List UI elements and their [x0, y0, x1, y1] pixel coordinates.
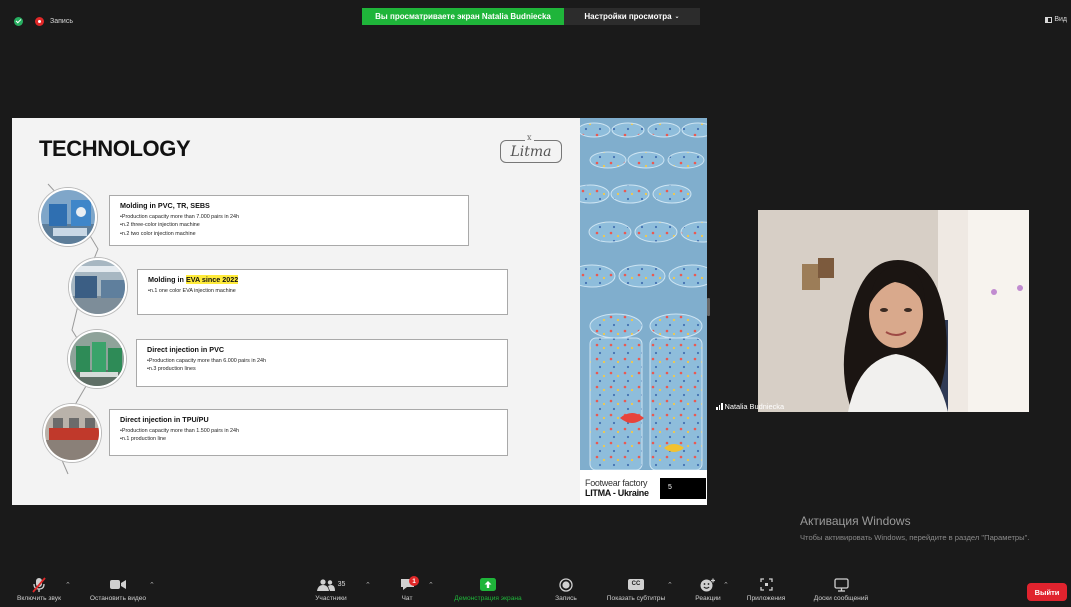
recording-label: Запись	[50, 18, 73, 25]
apps-label: Приложения	[746, 595, 786, 602]
video-options-caret-icon[interactable]: ⌃	[149, 581, 155, 589]
view-options-label: Настройки просмотра	[584, 12, 672, 21]
shared-screen-slide[interactable]: TECHNOLOGY x Litma Molding in PVC, TR, S…	[12, 118, 707, 505]
tpu-production-line-photo	[43, 404, 101, 462]
meeting-toolbar: Включить звук ⌃ Остановить видео ⌃ 35 Уч…	[0, 574, 1071, 607]
share-screen-button[interactable]: Демонстрация экрана	[438, 574, 538, 607]
chat-caret-icon[interactable]: ⌃	[428, 581, 434, 589]
tech-item-title-prefix: Molding in	[148, 275, 186, 284]
audio-options-caret-icon[interactable]: ⌃	[65, 581, 71, 589]
tech-item-line: •n.1 one color EVA injection machine	[148, 288, 236, 294]
tech-item-pvc-direct-injection: Direct injection in PVC •Production capa…	[136, 339, 508, 387]
chevron-down-icon: ⌄	[674, 14, 680, 20]
apps-button[interactable]: Приложения	[738, 574, 794, 607]
show-captions-button[interactable]: CC Показать субтитры	[596, 574, 676, 607]
share-screen-label: Демонстрация экрана	[454, 595, 522, 602]
split-view-handle[interactable]	[707, 298, 710, 316]
participants-button[interactable]: 35 Участники	[303, 574, 359, 607]
apps-icon	[759, 574, 773, 595]
tech-item-line: •n.1 production line	[120, 436, 166, 443]
speaker-name: Natalia Budniecka	[724, 402, 785, 411]
tech-item-title: Direct injection in PVC	[147, 345, 225, 354]
whiteboard-icon	[833, 574, 849, 595]
participants-count: 35	[337, 581, 346, 588]
stop-video-label: Остановить видео	[89, 595, 147, 602]
participants-caret-icon[interactable]: ⌃	[365, 581, 371, 589]
record-label: Запись	[555, 595, 577, 602]
unmute-label: Включить звук	[17, 595, 61, 602]
eva-highlight-text: EVA since 2022	[185, 275, 239, 284]
reactions-button[interactable]: Реакции	[688, 574, 728, 607]
show-captions-label: Показать субтитры	[606, 595, 666, 602]
participants-label: Участники	[315, 595, 347, 602]
share-screen-icon	[480, 574, 496, 595]
captions-caret-icon[interactable]: ⌃	[667, 581, 673, 589]
security-shield-icon[interactable]	[14, 17, 23, 26]
record-icon	[559, 574, 573, 595]
tech-item-title: Molding in EVA since 2022	[148, 275, 499, 284]
rubber-boots-photo	[580, 118, 707, 470]
unmute-button[interactable]: Включить звук	[4, 574, 74, 607]
footer-title: LITMA - Ukraine	[585, 488, 649, 498]
tech-item-line: •n.3 production lines	[147, 366, 196, 373]
view-button[interactable]: Вид	[1045, 16, 1067, 23]
windows-activation-title: Активация Windows	[800, 514, 911, 528]
chat-label: Чат	[401, 595, 413, 602]
tech-item-title: Molding in PVC, TR, SEBS	[120, 201, 210, 210]
tech-item-pvc-molding: Molding in PVC, TR, SEBS •Production cap…	[109, 195, 469, 246]
leave-meeting-button[interactable]: Выйти	[1027, 583, 1067, 601]
captions-icon-wrap: CC	[628, 574, 644, 595]
tech-item-tpu-direct-injection: Direct injection in TPU/PU •Production c…	[109, 409, 508, 456]
tech-item-line: •n.2 three-color injection machine	[120, 222, 200, 229]
speaker-name-tag: Natalia Budniecka	[716, 402, 784, 411]
meeting-top-bar: Запись Вы просматриваете экран Natalia B…	[0, 0, 1071, 34]
connection-signal-icon	[716, 403, 723, 410]
slide-page-number: 5	[660, 478, 706, 499]
tech-item-line: •Production capacity more than 1.500 pai…	[120, 428, 240, 434]
layout-view-icon	[1045, 16, 1053, 23]
participants-icon	[316, 578, 335, 591]
footer-subtitle: Footwear factory	[585, 478, 648, 488]
pvc-molding-machine-photo	[39, 188, 97, 246]
windows-activation-subtitle: Чтобы активировать Windows, перейдите в …	[800, 533, 1030, 542]
reactions-label: Реакции	[695, 595, 721, 602]
muted-microphone-icon	[32, 574, 46, 595]
screen-share-banner: Вы просматриваете экран Natalia Budnieck…	[362, 8, 564, 25]
tech-item-line: •Production capacity more than 6.000 pai…	[147, 358, 267, 364]
reactions-caret-icon[interactable]: ⌃	[723, 581, 729, 589]
whiteboards-button[interactable]: Доски сообщений	[800, 574, 882, 607]
participants-icon-group: 35	[316, 574, 346, 595]
tech-item-title: Direct injection in TPU/PU	[120, 415, 209, 424]
closed-captions-icon: CC	[628, 579, 644, 590]
chat-button[interactable]: Чат 1	[392, 574, 422, 607]
chat-unread-badge: 1	[409, 576, 419, 586]
speaker-video-tile[interactable]	[758, 210, 1029, 412]
tech-item-eva-molding: Molding in EVA since 2022 •n.1 one color…	[137, 269, 508, 315]
slide-footer: Footwear factory LITMA - Ukraine 5	[580, 470, 707, 505]
pvc-direct-injection-photo	[68, 330, 126, 388]
view-options-button[interactable]: Настройки просмотра ⌄	[564, 8, 700, 25]
tech-item-line: •n.2 two color injection machine	[120, 230, 196, 237]
smiley-plus-icon	[700, 574, 716, 595]
whiteboards-label: Доски сообщений	[813, 595, 869, 602]
recording-indicator[interactable]: Запись	[14, 17, 73, 26]
eva-injection-machine-photo	[69, 258, 127, 316]
video-camera-icon	[110, 574, 126, 595]
tech-item-line: •Production capacity more than 7.000 pai…	[120, 214, 240, 220]
stop-video-button[interactable]: Остановить видео	[78, 574, 158, 607]
view-label: Вид	[1054, 16, 1067, 23]
record-button[interactable]: Запись	[546, 574, 586, 607]
recording-dot-icon	[35, 17, 44, 26]
